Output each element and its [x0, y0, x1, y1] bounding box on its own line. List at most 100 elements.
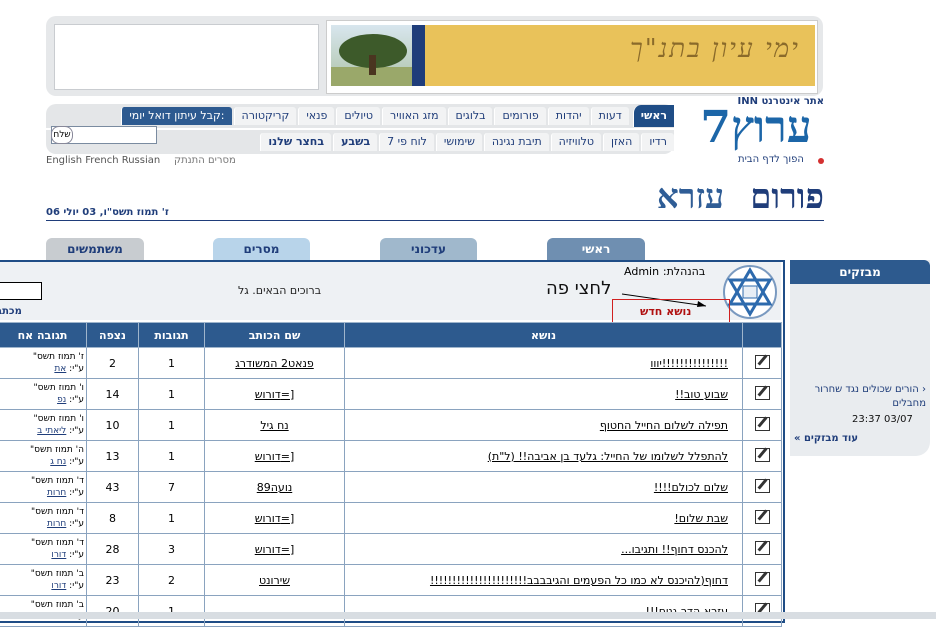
- nav-item[interactable]: לוח פי 7: [379, 133, 434, 151]
- last-reply-date: ד' תמוז תשס": [31, 538, 84, 548]
- author-link[interactable]: פנאט2 המשודרג: [235, 357, 313, 370]
- new-topic-button[interactable]: נושא חדש: [640, 305, 691, 318]
- tab-users[interactable]: משתמשים: [46, 238, 144, 260]
- forum-label: פורום: [750, 177, 824, 217]
- nav-item-listen[interactable]: האזן: [602, 133, 640, 151]
- last-reply-cell: ו' תמוז תשס" ע"י: נפ: [0, 378, 87, 410]
- tab-main[interactable]: ראשי: [547, 238, 645, 260]
- nav-item[interactable]: שימושי: [435, 133, 482, 151]
- nav-item[interactable]: מזג האוויר: [382, 107, 446, 125]
- subject-cell: שבת שלום!: [344, 502, 743, 534]
- author-link[interactable]: דורוש=]: [255, 388, 295, 401]
- nav-item[interactable]: דעות: [590, 107, 629, 125]
- col-subject: נושא: [344, 322, 743, 348]
- nav-item[interactable]: בלוגים: [447, 107, 493, 125]
- views-cell: 28: [86, 533, 139, 565]
- topic-edit-icon: [754, 385, 770, 400]
- col-author: שם הכותב: [204, 322, 345, 348]
- horizontal-scrollbar[interactable]: [0, 612, 936, 619]
- site-logo[interactable]: ערוץ7: [690, 103, 822, 153]
- more-news-link[interactable]: עוד מבזקים »: [794, 433, 858, 444]
- last-reply-by: ע"י: חרות: [0, 487, 84, 499]
- topic-edit-icon: [754, 571, 770, 586]
- nav-item[interactable]: תיבת נגינה: [483, 133, 549, 151]
- nav-item-besheva[interactable]: בשבע: [333, 133, 378, 151]
- topic-link[interactable]: תפילה לשלום החייל החטוף: [600, 419, 728, 432]
- last-reply-cell: ד' תמוז תשס" ע"י: חרות: [0, 471, 87, 503]
- icon-cell: [742, 409, 782, 441]
- last-reply-user-link[interactable]: דורו: [51, 550, 66, 560]
- banner-strip: [412, 25, 425, 86]
- last-reply-by: ע"י: חרות: [0, 518, 84, 530]
- by-prefix: ע"י:: [69, 581, 84, 591]
- replies-cell: 1: [138, 502, 205, 534]
- author-link[interactable]: דורוש=]: [255, 512, 295, 525]
- table-row: ו' תמוז תשס" ע"י: נפ 14 1 דורוש=] שבוע טוב!!: [0, 378, 782, 410]
- author-cell: שירונט: [204, 564, 345, 596]
- replies-cell: 3: [138, 533, 205, 565]
- nav-item[interactable]: טיולים: [336, 107, 381, 125]
- send-button[interactable]: שלח: [51, 126, 73, 144]
- nav-item[interactable]: בחצר שלנו: [260, 133, 332, 151]
- nav-item[interactable]: ראשי: [632, 105, 674, 127]
- last-reply-user-link[interactable]: דורו: [51, 581, 66, 591]
- last-reply-date: ב' תמוז תשס": [30, 569, 84, 579]
- topic-link[interactable]: להכנס דחוף!! ותגיבו...: [621, 543, 728, 556]
- views-cell: 10: [86, 409, 139, 441]
- replies-cell: 1: [138, 378, 205, 410]
- tab-updates[interactable]: עדכוני: [380, 238, 477, 260]
- banner-ad-space[interactable]: [54, 24, 319, 90]
- search-input[interactable]: [0, 282, 42, 300]
- author-link[interactable]: נח גיל: [260, 419, 288, 432]
- star-of-david-icon: [722, 264, 778, 320]
- icon-cell: [742, 533, 782, 565]
- author-link[interactable]: דורוש=]: [255, 450, 295, 463]
- nav-item[interactable]: יהדות: [547, 107, 589, 125]
- last-reply-user-link[interactable]: את: [54, 364, 66, 374]
- col-replies: תגובות: [138, 322, 205, 348]
- by-prefix: ע"י:: [69, 364, 84, 374]
- last-reply-cell: ב' תמוז תשס"ע"י:: [0, 595, 87, 627]
- subject-cell: עזרא הדר גניח!!!: [344, 595, 743, 627]
- user-links[interactable]: מסרים התנתק: [174, 155, 236, 166]
- author-link[interactable]: נועה89: [257, 481, 292, 494]
- last-reply-user-link[interactable]: נפ: [57, 395, 66, 405]
- set-homepage-link[interactable]: הפוך לדף הבית: [738, 154, 804, 165]
- last-reply-user-link[interactable]: חרות: [47, 488, 66, 498]
- news-item[interactable]: ‹ הורים שכולים נגד שחרור מחבלים: [794, 383, 926, 411]
- views-cell: 8: [86, 502, 139, 534]
- topic-link[interactable]: דחוף(להיכנס לא כמו כל הפעמים והגיבבבב!!!…: [430, 574, 728, 587]
- last-reply-user-link[interactable]: נח ג: [50, 457, 66, 467]
- more-news-label[interactable]: עוד מבזקים: [804, 433, 858, 444]
- nav-item[interactable]: קריקטורה: [233, 107, 297, 125]
- author-link[interactable]: שירונט: [259, 574, 290, 587]
- topic-link[interactable]: שבת שלום!: [674, 512, 728, 525]
- icon-cell: [742, 347, 782, 379]
- author-cell: דורוש=]: [204, 378, 345, 410]
- icon-cell: [742, 378, 782, 410]
- date-line: ז' תמוז תשס"ו, 03 יולי 06: [46, 207, 169, 218]
- tab-messages[interactable]: מסרים: [213, 238, 310, 260]
- title-divider: [46, 220, 824, 221]
- topic-link[interactable]: שלום לכולם!!!!: [654, 481, 728, 494]
- icon-cell: [742, 502, 782, 534]
- views-cell: 43: [86, 471, 139, 503]
- moderator-label: בהנהלת:: [662, 265, 706, 278]
- replies-cell: 1: [138, 409, 205, 441]
- nav-item[interactable]: פנאי: [298, 107, 335, 125]
- bullet-icon: [818, 158, 824, 164]
- moderator-info: בהנהלת: Admin: [624, 265, 705, 278]
- topic-link[interactable]: !!!!!!!!!!!!!!!יווו: [650, 357, 728, 370]
- topic-link[interactable]: שבוע טוב!!: [675, 388, 728, 401]
- nav-item[interactable]: טלוויזיה: [550, 133, 601, 151]
- author-link[interactable]: דורוש=]: [255, 543, 295, 556]
- nav-item-radio[interactable]: רדיו: [641, 133, 674, 151]
- news-item-text[interactable]: הורים שכולים נגד שחרור מחבלים: [815, 384, 926, 409]
- nav-item[interactable]: פורומים: [494, 107, 546, 125]
- topic-link[interactable]: להתפלל לשלומו של החייל: גלעד בן אביבה!! …: [488, 450, 728, 463]
- last-reply-user-link[interactable]: ליאתי ב: [37, 426, 66, 436]
- last-reply-user-link[interactable]: חרות: [47, 519, 66, 529]
- table-row: ה' תמוז תשס" ע"י: נח ג 13 1 דורוש=] להתפלל לש…: [0, 440, 782, 472]
- language-links[interactable]: English French Russian: [46, 155, 160, 166]
- tree-image: [331, 25, 413, 86]
